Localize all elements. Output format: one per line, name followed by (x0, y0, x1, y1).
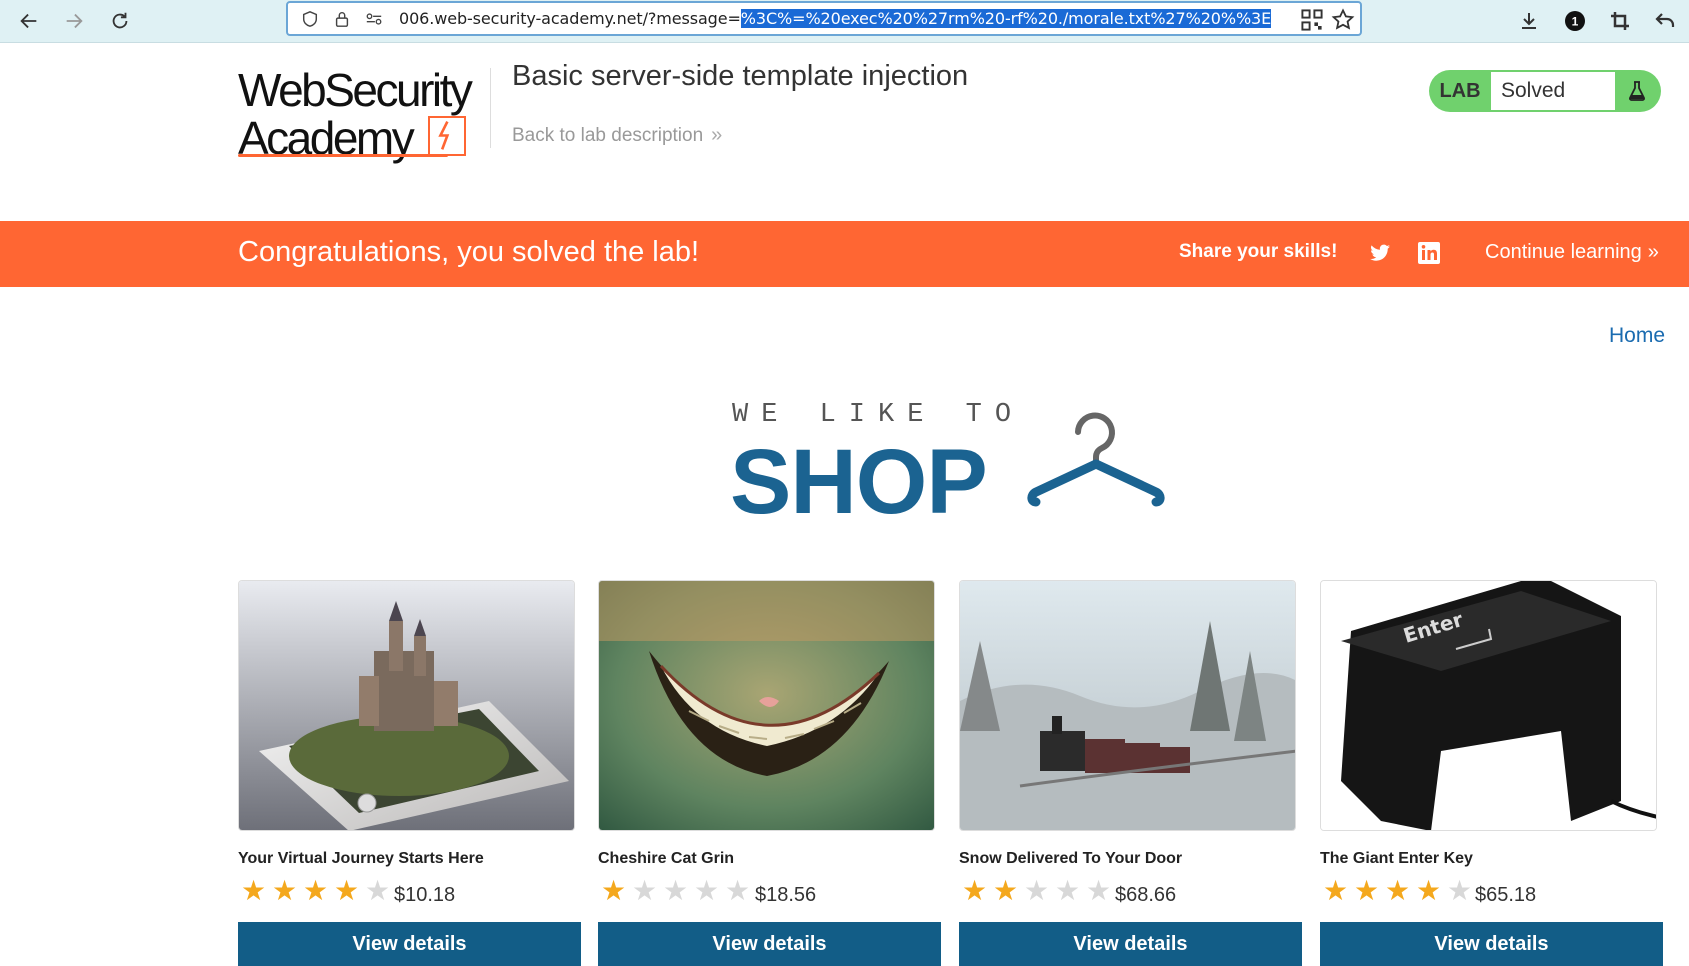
view-details-button[interactable]: View details (238, 922, 581, 966)
product-title: The Giant Enter Key (1320, 850, 1473, 867)
product-price: $68.66 (1115, 884, 1177, 906)
star-empty-icon: ★ (631, 875, 658, 906)
rating-stars: ★ ★ ★ ★ ★ (238, 877, 393, 905)
permissions-icon[interactable] (364, 9, 384, 29)
congratulations-message: Congratulations, you solved the lab! (238, 236, 700, 268)
star-empty-icon: ★ (1054, 875, 1081, 906)
view-details-button[interactable]: View details (598, 922, 941, 966)
star-filled-icon: ★ (1384, 875, 1411, 906)
shop-logo: WE LIKE TO SHOP (730, 400, 1170, 533)
star-filled-icon: ★ (600, 875, 627, 906)
lab-status-widget: LAB Solved (1429, 70, 1661, 112)
product-price: $65.18 (1475, 884, 1537, 906)
back-link-label: Back to lab description (512, 125, 704, 146)
share-skills-label: Share your skills! (1179, 241, 1338, 262)
forward-arrow-icon[interactable] (57, 4, 91, 38)
star-filled-icon: ★ (333, 875, 360, 906)
lab-status-text: Solved (1491, 72, 1615, 110)
star-filled-icon: ★ (240, 875, 267, 906)
twitter-icon[interactable] (1365, 238, 1395, 268)
flask-icon (1615, 70, 1659, 112)
header-divider (490, 68, 491, 148)
star-filled-icon: ★ (1353, 875, 1380, 906)
star-empty-icon: ★ (1446, 875, 1473, 906)
rating-stars: ★ ★ ★ ★ ★ (598, 877, 753, 905)
home-link[interactable]: Home (1609, 324, 1665, 348)
view-details-button[interactable]: View details (959, 922, 1302, 966)
star-empty-icon: ★ (693, 875, 720, 906)
star-filled-icon: ★ (961, 875, 988, 906)
shield-icon[interactable] (300, 9, 320, 29)
double-chevron-right-icon: » (1647, 241, 1659, 263)
star-empty-icon: ★ (1023, 875, 1050, 906)
rating-stars: ★ ★ ★ ★ ★ (1320, 877, 1475, 905)
lab-title: Basic server-side template injection (512, 60, 969, 92)
download-icon[interactable] (1514, 6, 1544, 36)
solved-banner: Congratulations, you solved the lab! Sha… (0, 221, 1689, 287)
star-filled-icon: ★ (302, 875, 329, 906)
product-title: Your Virtual Journey Starts Here (238, 850, 484, 867)
url-text[interactable]: 006.web-security-academy.net/?message=%3… (399, 9, 1271, 28)
logo-underline (238, 154, 448, 157)
continue-learning-link[interactable]: Continue learning» (1485, 241, 1659, 264)
bookmark-star-icon[interactable] (1331, 8, 1355, 32)
address-bar[interactable]: 006.web-security-academy.net/?message=%3… (286, 1, 1362, 36)
logo-line-1: WebSecurity (238, 64, 473, 116)
back-to-lab-description-link[interactable]: Back to lab description » (512, 124, 722, 147)
reload-icon[interactable] (103, 4, 137, 38)
shop-tagline: WE LIKE TO (732, 400, 1025, 430)
star-filled-icon: ★ (992, 875, 1019, 906)
extension-icon[interactable]: 1 (1560, 6, 1590, 36)
lab-badge-label: LAB (1439, 79, 1481, 102)
web-security-academy-logo[interactable]: WebSecurity Academy (238, 66, 488, 166)
crop-icon[interactable] (1605, 6, 1635, 36)
product-price: $10.18 (394, 884, 456, 906)
star-filled-icon: ★ (1322, 875, 1349, 906)
double-chevron-right-icon: » (711, 124, 723, 146)
product-title: Cheshire Cat Grin (598, 850, 735, 867)
lock-icon[interactable] (332, 9, 352, 29)
logo-lightning-icon (428, 116, 466, 156)
castle-phone-image[interactable] (238, 580, 575, 831)
linkedin-icon[interactable] (1414, 238, 1444, 268)
star-filled-icon: ★ (271, 875, 298, 906)
star-empty-icon: ★ (662, 875, 689, 906)
star-empty-icon: ★ (364, 875, 391, 906)
extension-badge-text: 1 (1572, 15, 1579, 29)
rating-stars: ★ ★ ★ ★ ★ (959, 877, 1114, 905)
enter-key-image[interactable]: Enter (1320, 580, 1657, 831)
star-empty-icon: ★ (1085, 875, 1112, 906)
product-title: Snow Delivered To Your Door (959, 850, 1183, 867)
view-details-button[interactable]: View details (1320, 922, 1663, 966)
qr-code-icon[interactable] (1300, 8, 1324, 32)
url-selected-text[interactable]: %3C%=%20exec%20%27rm%20-rf%20./morale.tx… (740, 9, 1271, 28)
shop-word: SHOP (730, 431, 988, 533)
undo-icon[interactable] (1650, 6, 1680, 36)
back-arrow-icon[interactable] (12, 4, 46, 38)
cat-grin-image[interactable] (598, 580, 935, 831)
browser-toolbar: 006.web-security-academy.net/?message=%3… (0, 0, 1689, 43)
star-empty-icon: ★ (724, 875, 751, 906)
hanger-icon (1020, 402, 1170, 512)
continue-learning-label: Continue learning (1485, 241, 1642, 263)
snow-train-image[interactable] (959, 580, 1296, 831)
star-filled-icon: ★ (1415, 875, 1442, 906)
product-price: $18.56 (755, 884, 817, 906)
